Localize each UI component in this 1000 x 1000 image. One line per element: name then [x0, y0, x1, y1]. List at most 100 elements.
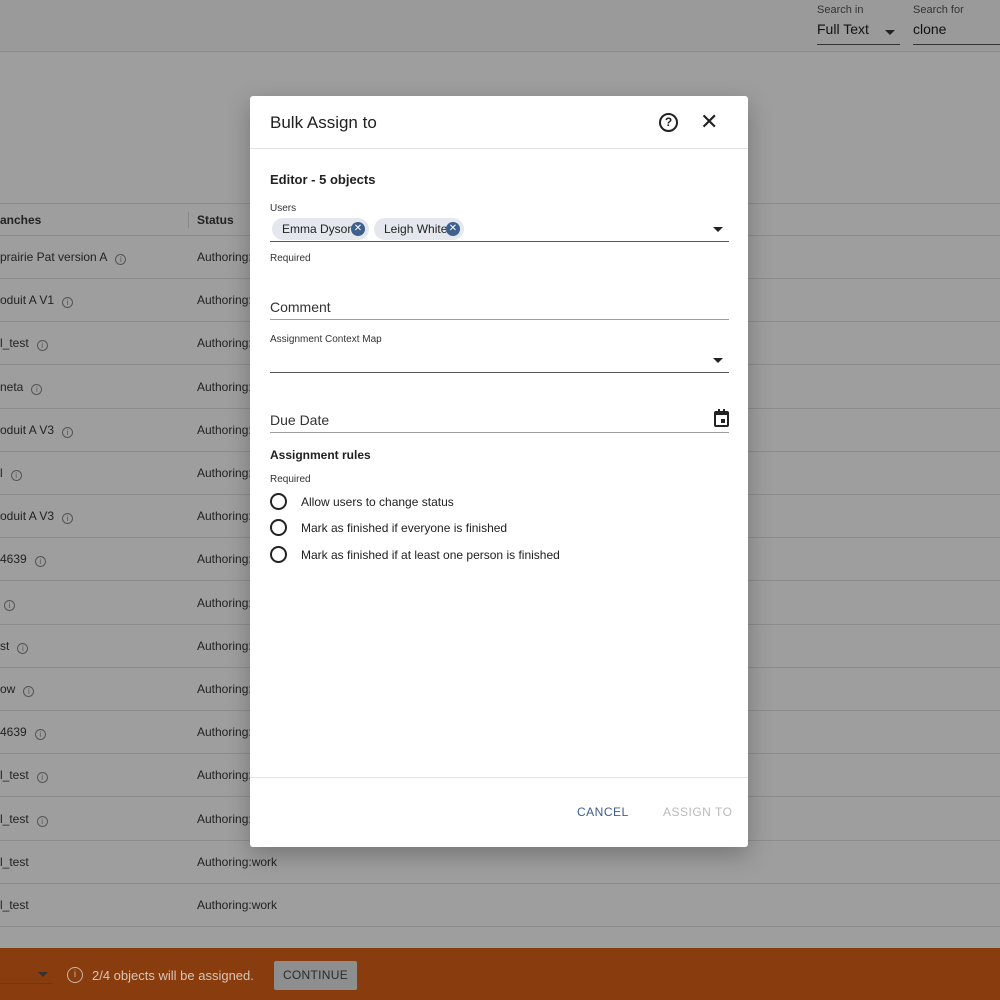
users-helper-text: Required [270, 253, 311, 264]
info-icon[interactable]: i [115, 254, 127, 265]
row-name-text: 4639 [0, 552, 27, 567]
info-icon[interactable]: i [62, 297, 74, 309]
info-icon[interactable]: i [36, 815, 48, 827]
row-name-text: oduit A V3 [0, 509, 55, 524]
remove-chip-icon[interactable]: ✕ [351, 222, 365, 236]
info-icon[interactable]: i [36, 772, 48, 784]
assign-to-button[interactable]: ASSIGN TO [663, 805, 732, 819]
dialog-footer: CANCEL ASSIGN TO [250, 777, 748, 847]
row-status: Authoring:work [197, 898, 278, 912]
search-for-value: clone [913, 21, 947, 37]
row-status: Authoring: [197, 682, 252, 696]
row-name: l_test i [0, 768, 48, 784]
info-icon: i [67, 967, 83, 983]
context-map-dropdown-arrow-icon[interactable] [713, 358, 723, 363]
row-name-text: oduit A V1 [0, 293, 55, 308]
row-name: li [0, 466, 22, 481]
chevron-down-icon [885, 30, 895, 35]
column-header-branches[interactable]: anches [0, 213, 41, 227]
info-icon[interactable]: i [62, 426, 74, 438]
rules-helper-text: Required [270, 474, 311, 485]
row-status: Authoring: [197, 466, 252, 480]
row-name: l_test [0, 855, 29, 869]
column-divider [188, 212, 189, 228]
row-status: Authoring: [197, 509, 252, 524]
search-in-label: Search in [817, 4, 864, 16]
bulk-action-bar: i 2/4 objects will be assigned. CONTINUE [0, 948, 1000, 1000]
row-name-text: l [0, 466, 3, 480]
user-chip: Leigh White ✕ [374, 218, 464, 240]
row-name: 4639 i [0, 552, 46, 568]
selection-dropdown[interactable] [0, 983, 52, 984]
row-name-text: st [0, 638, 10, 653]
row-name: prairie Pat version A i [0, 250, 127, 265]
dialog-title: Bulk Assign to [270, 113, 377, 132]
row-name: ow i [0, 682, 35, 697]
users-label: Users [270, 203, 297, 214]
row-name-text: 4639 [0, 725, 27, 740]
row-name: 4639 i [0, 725, 46, 741]
search-in-underline [817, 44, 900, 45]
close-icon[interactable]: ✕ [700, 111, 718, 133]
rules-title: Assignment rules [270, 448, 371, 462]
assign-count-message: 2/4 objects will be assigned. [92, 968, 254, 983]
remove-chip-icon[interactable]: ✕ [446, 222, 460, 236]
row-name-text: l_test [0, 336, 29, 351]
comment-input[interactable]: Comment [270, 299, 331, 315]
row-name-text: l_test [0, 854, 29, 869]
row-name: l_test i [0, 812, 48, 827]
row-name-text: oduit A V3 [0, 422, 55, 437]
info-icon[interactable]: i [17, 642, 29, 654]
row-name: oduit A V3 i [0, 422, 74, 438]
row-status: Authoring: [197, 638, 252, 653]
row-name: l_test i [0, 336, 48, 352]
due-date-input[interactable]: Due Date [270, 412, 329, 428]
cancel-button[interactable]: CANCEL [577, 805, 629, 819]
user-chip: Emma Dyson ✕ [272, 218, 369, 240]
context-map-select[interactable] [270, 372, 729, 373]
comment-underline [270, 319, 729, 320]
table-row[interactable]: l_test Authoring:work [0, 884, 1000, 927]
row-status: Authoring: [197, 768, 252, 783]
row-status: Authoring: [197, 811, 252, 826]
info-icon[interactable]: i [31, 383, 43, 395]
info-icon[interactable]: i [36, 340, 48, 352]
help-icon[interactable]: ? [659, 113, 678, 132]
search-in-select[interactable]: Search in Full Text [817, 4, 900, 45]
info-icon[interactable]: i [34, 729, 46, 741]
user-chip-label: Leigh White [384, 222, 448, 236]
search-for-input[interactable]: Search for clone [913, 4, 1000, 45]
info-icon[interactable]: i [10, 470, 22, 481]
search-for-underline [913, 44, 1000, 45]
top-toolbar: Search in Full Text Search for clone [0, 0, 1000, 52]
row-name-text: l_test [0, 811, 29, 826]
info-icon[interactable]: i [23, 686, 35, 697]
row-name-text: prairie Pat version A [0, 250, 108, 264]
row-status: Authoring: [197, 336, 252, 351]
row-status: Authoring: [197, 379, 252, 394]
row-name-text: l_test [0, 768, 29, 783]
radio-button[interactable] [270, 519, 287, 536]
info-icon[interactable]: i [4, 599, 15, 611]
chevron-down-icon[interactable] [38, 972, 48, 977]
table-row[interactable]: l_test Authoring:work [0, 841, 1000, 884]
calendar-icon[interactable] [714, 409, 729, 427]
radio-button[interactable] [270, 493, 287, 510]
continue-button[interactable]: CONTINUE [274, 961, 357, 990]
radio-button[interactable] [270, 546, 287, 563]
context-map-label: Assignment Context Map [270, 334, 382, 345]
column-header-status[interactable]: Status [197, 213, 234, 227]
rule-option-label: Mark as finished if everyone is finished [301, 521, 508, 535]
row-status: Authoring: [197, 293, 252, 308]
dialog-header: Bulk Assign to ? ✕ [250, 96, 748, 149]
search-for-label: Search for [913, 4, 964, 16]
row-name: oduit A V1 i [0, 293, 74, 309]
users-dropdown-arrow-icon[interactable] [713, 227, 723, 232]
due-date-underline [270, 432, 729, 433]
row-status: Authoring: [197, 250, 252, 264]
users-field[interactable] [270, 241, 729, 242]
info-icon[interactable]: i [34, 556, 46, 568]
info-icon[interactable]: i [62, 513, 74, 525]
row-name-text: neta [0, 379, 24, 394]
rule-option-label: Mark as finished if at least one person … [301, 548, 560, 562]
